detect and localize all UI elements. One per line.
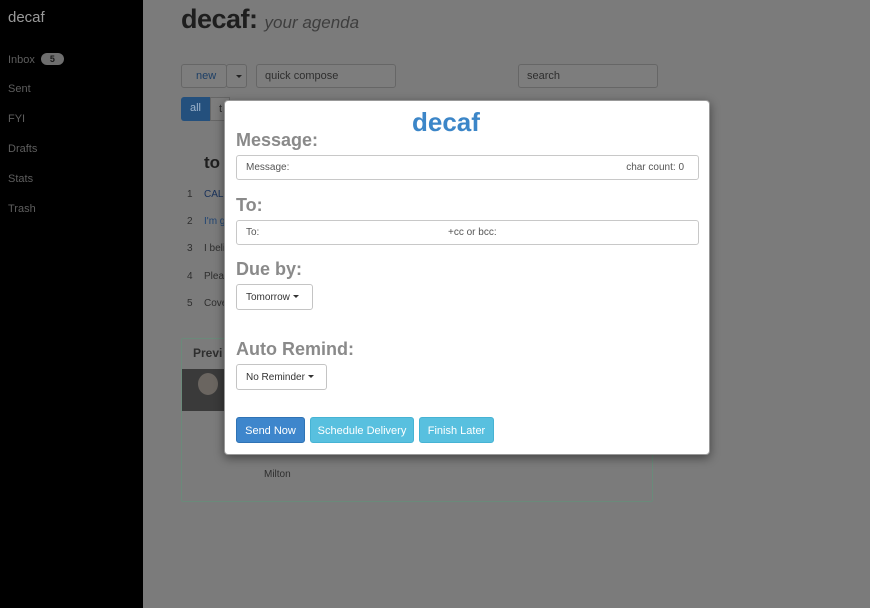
inbox-count-badge: 5: [40, 53, 64, 65]
quick-compose-input[interactable]: quick compose: [256, 64, 396, 88]
to-label: To:: [236, 195, 263, 215]
message-placeholder: Message:: [246, 162, 290, 173]
row-number: 5: [187, 298, 193, 309]
page-title-main: decaf:: [181, 4, 258, 34]
row-number: 4: [187, 271, 193, 282]
sidebar-item-label: Inbox: [8, 54, 35, 66]
filter-all-button[interactable]: all: [181, 97, 210, 121]
row-number: 2: [187, 216, 193, 227]
row-number: 1: [187, 189, 193, 200]
preview-name: Milton: [264, 469, 291, 480]
row-subject: I beli: [204, 243, 226, 254]
compose-modal: decaf Message: Message: char count: 0 To…: [224, 100, 710, 455]
due-by-label: Due by:: [236, 259, 303, 279]
row-subject: I'm g: [204, 216, 226, 227]
preview-label: Previ: [193, 346, 223, 360]
search-placeholder: search: [527, 70, 561, 82]
new-button[interactable]: new: [181, 64, 227, 88]
filter-t-label: t: [219, 103, 223, 115]
row-subject: CAL: [204, 189, 224, 200]
new-button-label: new: [196, 70, 217, 82]
due-by-value: Tomorrow: [246, 292, 290, 303]
char-count: char count: 0: [626, 162, 684, 173]
sidebar-item-inbox[interactable]: Inbox 5: [8, 53, 64, 66]
auto-remind-dropdown[interactable]: No Reminder: [236, 364, 327, 390]
message-field[interactable]: Message: char count: 0: [236, 155, 699, 180]
search-input[interactable]: search: [518, 64, 658, 88]
quick-compose-placeholder: quick compose: [265, 70, 339, 82]
sidebar-item-trash[interactable]: Trash: [8, 203, 36, 215]
new-dropdown-toggle[interactable]: [226, 64, 247, 88]
schedule-delivery-button[interactable]: Schedule Delivery: [310, 417, 414, 443]
to-field[interactable]: To: +cc or bcc:: [236, 220, 699, 245]
auto-remind-label: Auto Remind:: [236, 339, 354, 359]
message-label: Message:: [236, 130, 319, 150]
page-subtitle: your agenda: [264, 13, 360, 32]
section-heading: to: [204, 153, 221, 172]
sidebar: decaf Inbox 5 Sent FYI Drafts Stats Trash: [0, 0, 143, 608]
sidebar-item-stats[interactable]: Stats: [8, 173, 33, 185]
sidebar-item-drafts[interactable]: Drafts: [8, 143, 37, 155]
to-placeholder: To:: [246, 227, 260, 238]
due-by-dropdown[interactable]: Tomorrow: [236, 284, 313, 310]
avatar: [182, 369, 225, 411]
page-title: decaf: your agenda: [181, 4, 359, 35]
filter-all-label: all: [190, 102, 202, 114]
send-now-button[interactable]: Send Now: [236, 417, 305, 443]
chevron-down-icon: [236, 75, 242, 78]
sidebar-item-fyi[interactable]: FYI: [8, 113, 25, 125]
sidebar-item-sent[interactable]: Sent: [8, 83, 31, 95]
modal-brand: decaf: [412, 107, 480, 137]
row-subject: Plea: [204, 271, 225, 282]
auto-remind-value: No Reminder: [246, 372, 305, 383]
cc-bcc-placeholder[interactable]: +cc or bcc:: [448, 227, 497, 238]
sidebar-brand[interactable]: decaf: [8, 9, 45, 26]
avatar-head: [198, 373, 218, 395]
finish-later-button[interactable]: Finish Later: [419, 417, 494, 443]
chevron-down-icon: [292, 295, 299, 298]
row-number: 3: [187, 243, 193, 254]
chevron-down-icon: [307, 375, 314, 378]
